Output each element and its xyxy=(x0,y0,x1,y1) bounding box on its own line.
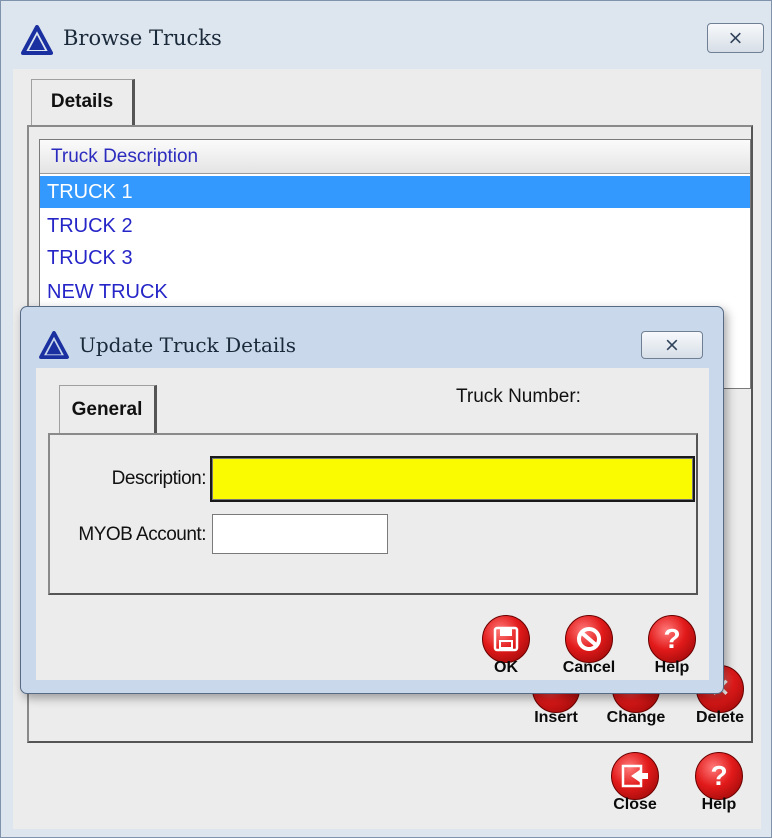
list-item[interactable]: TRUCK 1 xyxy=(40,176,750,208)
dialog-client-area: Truck Number: General Description: MYOB … xyxy=(36,368,709,680)
question-mark-icon: ? xyxy=(663,623,681,654)
question-mark-icon: ? xyxy=(710,760,728,791)
tab-general[interactable]: General xyxy=(59,385,157,435)
description-label: Description: xyxy=(111,468,207,489)
close-window-button[interactable]: ⨯ xyxy=(707,23,764,53)
insert-button-label: Insert xyxy=(534,709,578,726)
floppy-disk-icon xyxy=(493,626,519,652)
title-bar[interactable]: Browse Trucks ⨯ xyxy=(1,1,771,73)
close-x-icon: ⨯ xyxy=(664,334,680,356)
myob-account-label: MYOB Account: xyxy=(78,524,206,545)
tab-details-label: Details xyxy=(50,91,114,112)
update-truck-details-dialog: Update Truck Details ⨯ Truck Number: Gen… xyxy=(20,306,724,694)
column-header-truck-description[interactable]: Truck Description xyxy=(40,140,750,174)
tab-general-label: General xyxy=(71,399,143,420)
description-field[interactable] xyxy=(210,456,695,502)
cancel-button-label: Cancel xyxy=(562,659,616,676)
app-triangle-icon xyxy=(21,25,53,55)
close-dialog-button[interactable]: ⨯ xyxy=(641,331,703,359)
list-item[interactable]: TRUCK 3 xyxy=(40,242,750,274)
help-button-label: Help xyxy=(701,796,737,813)
delete-button-label: Delete xyxy=(695,709,745,726)
close-button-label: Close xyxy=(613,796,657,813)
window-title: Browse Trucks xyxy=(63,26,222,50)
dialog-title: Update Truck Details xyxy=(79,333,296,357)
help-button[interactable]: ? Help xyxy=(639,615,705,685)
ok-button[interactable]: OK xyxy=(473,615,539,685)
change-button-label: Change xyxy=(606,709,666,726)
exit-door-icon xyxy=(621,764,648,788)
close-button[interactable]: Close xyxy=(602,752,668,822)
truck-number-label: Truck Number: xyxy=(456,386,581,407)
tab-details[interactable]: Details xyxy=(31,79,135,127)
column-header-label: Truck Description xyxy=(51,146,199,167)
help-button[interactable]: ? Help xyxy=(686,752,752,822)
list-item[interactable]: TRUCK 2 xyxy=(40,210,750,242)
myob-account-field[interactable] xyxy=(212,514,388,554)
dialog-title-bar[interactable]: Update Truck Details ⨯ xyxy=(21,307,723,367)
ok-button-label: OK xyxy=(494,659,518,676)
close-x-icon: ⨯ xyxy=(727,27,744,49)
list-item[interactable]: NEW TRUCK xyxy=(40,276,750,308)
app-triangle-icon xyxy=(39,331,69,359)
cancel-button[interactable]: Cancel xyxy=(556,615,622,685)
help-button-label: Help xyxy=(654,659,690,676)
no-entry-icon xyxy=(577,627,601,651)
